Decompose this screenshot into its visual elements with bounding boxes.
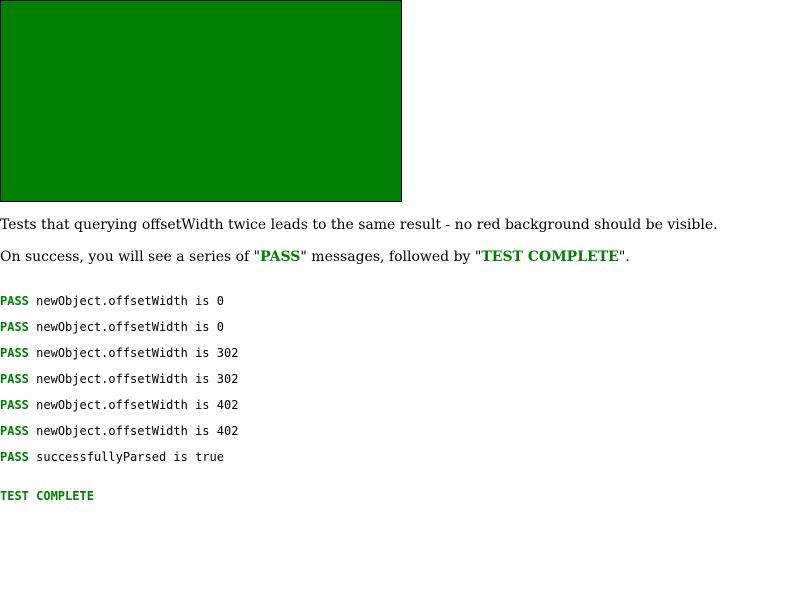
- test-complete-banner: TEST COMPLETE: [0, 489, 94, 503]
- pass-status: PASS: [0, 346, 29, 360]
- pass-status: PASS: [0, 398, 29, 412]
- console-line: PASS newObject.offsetWidth is 402: [0, 425, 800, 438]
- console-line: PASS newObject.offsetWidth is 402: [0, 399, 800, 412]
- test-complete-keyword: TEST COMPLETE: [481, 249, 619, 265]
- pass-status: PASS: [0, 450, 29, 464]
- pass-status: PASS: [0, 320, 29, 334]
- pass-status: PASS: [0, 294, 29, 308]
- console-message: newObject.offsetWidth is 302: [36, 372, 239, 386]
- success-instructions: On success, you will see a series of "PA…: [0, 248, 800, 266]
- console-message: newObject.offsetWidth is 0: [36, 294, 224, 308]
- console-output: PASS newObject.offsetWidth is 0 PASS new…: [0, 282, 800, 477]
- success-prefix: On success, you will see a series of ": [0, 249, 261, 265]
- success-suffix: ".: [618, 249, 630, 265]
- console-message: newObject.offsetWidth is 402: [36, 424, 239, 438]
- pass-keyword: PASS: [260, 249, 301, 265]
- test-target-box: [0, 0, 402, 202]
- success-middle: " messages, followed by ": [300, 249, 482, 265]
- console-line: PASS newObject.offsetWidth is 0: [0, 295, 800, 308]
- console-line: PASS newObject.offsetWidth is 302: [0, 347, 800, 360]
- pass-status: PASS: [0, 372, 29, 386]
- pass-status: PASS: [0, 424, 29, 438]
- console-line: PASS successfullyParsed is true: [0, 451, 800, 464]
- console-message: newObject.offsetWidth is 402: [36, 398, 239, 412]
- console-line: PASS newObject.offsetWidth is 0: [0, 321, 800, 334]
- console-message: successfullyParsed is true: [36, 450, 224, 464]
- console-message: newObject.offsetWidth is 302: [36, 346, 239, 360]
- test-description: Tests that querying offsetWidth twice le…: [0, 217, 718, 233]
- console-line: PASS newObject.offsetWidth is 302: [0, 373, 800, 386]
- console-message: newObject.offsetWidth is 0: [36, 320, 224, 334]
